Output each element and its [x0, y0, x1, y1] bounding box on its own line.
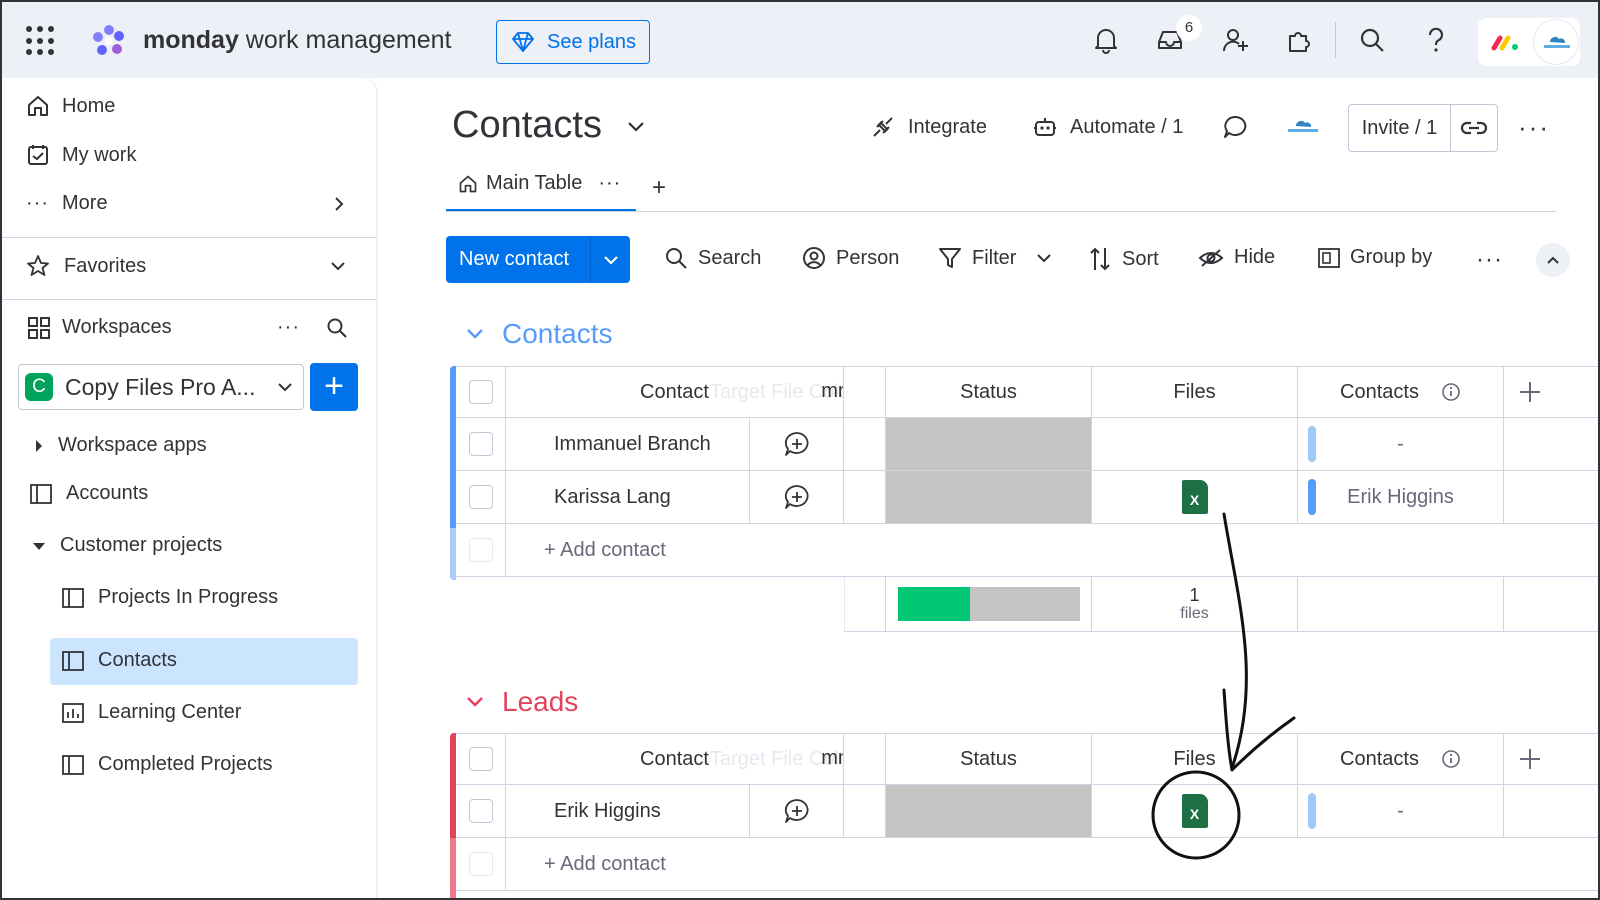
app-window: monday work management See plans 6 Home … [0, 0, 1600, 900]
annotation-arrow [1151, 512, 1296, 860]
